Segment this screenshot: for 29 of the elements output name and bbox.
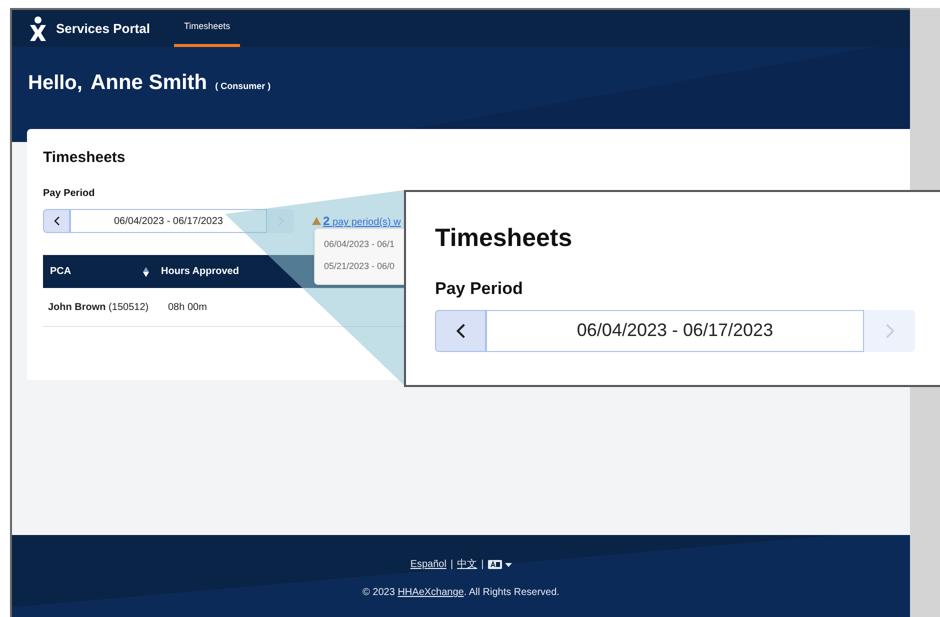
copyright-text: © 2023 HHAeXchange. All Rights Reserved. [362, 586, 560, 600]
pca-cell-text: John Brown (150512) [47, 300, 150, 314]
user-name: Anne Smith [90, 70, 208, 96]
language-link[interactable]: 中文 [457, 557, 478, 572]
callout-title: Timesheets [435, 223, 572, 254]
separator: | [450, 558, 454, 572]
translate-icon [488, 560, 502, 569]
translate-menu-button[interactable] [488, 560, 512, 569]
column-header[interactable]: PCA [43, 264, 143, 279]
warning-icon [312, 217, 321, 225]
greeting-text: Hello, [28, 71, 82, 96]
role-label: ( Consumer ) [215, 80, 271, 93]
column-header[interactable]: Hours Approved [161, 264, 239, 279]
brand-name: Services Portal [56, 20, 150, 38]
caret-icon [504, 562, 512, 566]
date-range-field[interactable]: 06/04/2023 - 06/17/2023 [486, 310, 864, 352]
chevron-right-icon [884, 322, 894, 338]
chevron-left-icon [54, 216, 60, 226]
card-title: Timesheets [43, 148, 126, 168]
date-range-field[interactable]: 06/04/2023 - 06/17/2023 [70, 209, 267, 233]
chevron-left-icon [456, 322, 466, 338]
hours-cell-text: 08h 00m [168, 300, 207, 314]
pay-period-label: Pay Period [43, 188, 95, 199]
logo-icon [28, 16, 48, 42]
language-link[interactable]: Español [410, 557, 446, 572]
sort-icon[interactable] [143, 266, 149, 276]
callout-pay-period-label: Pay Period [435, 278, 523, 298]
company-link[interactable]: HHAeXchange [398, 587, 464, 598]
separator: | [481, 558, 484, 572]
